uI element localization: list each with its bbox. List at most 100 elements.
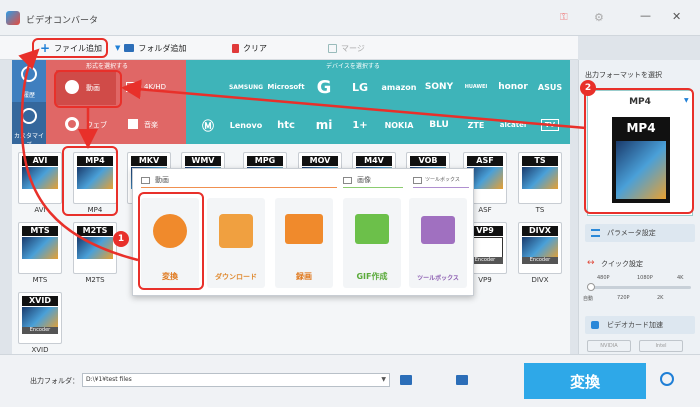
format-xvid-label: XVID (31, 346, 49, 354)
brand-zte[interactable]: ZTE (458, 110, 494, 140)
brand-tv[interactable]: TV (532, 110, 568, 140)
tool-gif[interactable]: GIF作成 (343, 198, 401, 288)
folder-open-icon[interactable] (400, 375, 412, 385)
chevron-down-icon[interactable]: ▼ (381, 376, 386, 383)
brand-lenovo[interactable]: Lenovo (226, 110, 266, 140)
quality-4k[interactable]: 4K (677, 275, 683, 281)
quality-720p[interactable]: 720P (617, 295, 630, 301)
minimize-icon[interactable]: — (640, 9, 651, 22)
format-mts[interactable]: MTS (18, 222, 62, 274)
tool-toolbox[interactable]: ツールボックス (409, 198, 467, 288)
brand-asus[interactable]: ASUS (532, 72, 568, 102)
output-folder-input[interactable]: D:\¥1¥test files ▼ (82, 373, 390, 387)
merge-button[interactable]: マージ (328, 40, 365, 56)
format-xvid[interactable]: XVID Encoder (18, 292, 62, 344)
hw-accel-label: ビデオカード加速 (607, 321, 663, 329)
tool-toolbox-label: ツールボックス (417, 275, 459, 282)
video-thumbnail-icon (522, 167, 558, 189)
history-label: 履歴 (22, 92, 35, 99)
tab-web[interactable]: ウェブ (56, 107, 116, 142)
tool-record-label: 録画 (296, 272, 312, 281)
brand-mi[interactable]: mi (306, 110, 342, 140)
format-wmv-tag: WMV (185, 156, 221, 166)
format-avi[interactable]: AVI (18, 152, 62, 204)
brand-htc[interactable]: htc (266, 110, 306, 140)
device-category-panel: デバイスを選択する SAMSUNG Microsoft G LG amazon … (186, 60, 570, 144)
format-m2ts-tag: M2TS (77, 226, 113, 236)
tab-music[interactable]: 音楽 (118, 107, 180, 142)
brand-nokia[interactable]: NOKIA (378, 110, 420, 140)
tab-web-label: ウェブ (86, 121, 107, 129)
hw-accel-button[interactable]: ビデオカード加速 (585, 316, 695, 334)
highlight-add-file (32, 38, 108, 58)
intel-label: Intel (655, 343, 667, 349)
chevron-down-icon: ▼ (115, 44, 121, 52)
close-icon[interactable]: ✕ (672, 10, 681, 23)
tool-download-label: ダウンロード (215, 273, 257, 281)
convert-button[interactable]: 変換 (524, 363, 646, 399)
quick-settings-icon: ↔ (587, 258, 595, 268)
brand-oneplus[interactable]: 1+ (342, 110, 378, 140)
clear-button[interactable]: クリア (232, 40, 267, 56)
screen-record-icon (285, 214, 323, 244)
brand-alcatel[interactable]: alcatel (494, 110, 532, 140)
brand-apple[interactable] (190, 72, 226, 102)
brand-microsoft[interactable]: Microsoft (266, 72, 306, 102)
quality-2k[interactable]: 2K (657, 295, 663, 301)
settings-icon[interactable]: ⚙ (594, 11, 604, 24)
format-ts[interactable]: TS (518, 152, 562, 204)
format-m2ts[interactable]: M2TS (73, 222, 117, 274)
key-icon[interactable]: ⚿ (560, 12, 568, 23)
history-icon (21, 66, 37, 82)
popup-tab-toolbox[interactable]: ツールボックス (425, 176, 460, 183)
highlight-convert-tool (138, 192, 204, 290)
trash-icon (232, 43, 239, 53)
format-mov-tag: MOV (302, 156, 338, 166)
brand-sony[interactable]: SONY (420, 72, 458, 102)
download-icon (219, 214, 253, 248)
video-thumbnail-icon (22, 307, 58, 329)
parameter-settings-button[interactable]: パラメータ設定 (585, 224, 695, 242)
popup-tab-image[interactable]: 画像 (357, 175, 371, 185)
quality-1080p[interactable]: 1080P (637, 275, 653, 281)
toolbox-icon (421, 216, 455, 244)
brand-amazon[interactable]: amazon (378, 72, 420, 102)
video-thumbnail-icon (22, 167, 58, 189)
video-thumbnail-icon (522, 237, 558, 259)
format-mkv-tag: MKV (131, 156, 167, 166)
brand-samsung[interactable]: SAMSUNG (226, 72, 266, 102)
popup-tab-video[interactable]: 動画 (155, 175, 169, 185)
tool-screen-record[interactable]: 録画 (275, 198, 333, 288)
clear-label: クリア (243, 43, 267, 53)
highlight-mp4-format (62, 146, 118, 216)
tab-4k-hd[interactable]: 4K/HD (118, 70, 180, 105)
format-divx[interactable]: DIVX Encoder (518, 222, 562, 274)
output-format-label: 出力フォーマットを選択 (585, 71, 662, 79)
brand-lg[interactable]: LG (342, 72, 378, 102)
brand-blu[interactable]: BLU (420, 110, 458, 140)
quality-480p[interactable]: 480P (597, 275, 610, 281)
quick-settings-label: クイック設定 (601, 260, 643, 268)
brand-huawei[interactable]: HUAWEI (458, 72, 494, 102)
folder-browse-icon[interactable] (456, 375, 468, 385)
quality-auto[interactable]: 自動 (583, 295, 593, 302)
alarm-clock-icon[interactable] (660, 372, 674, 386)
convert-button-label: 変換 (569, 373, 600, 391)
add-folder-label: フォルダ追加 (138, 43, 187, 53)
brand-honor[interactable]: honor (494, 72, 532, 102)
gpu-icon (591, 321, 599, 329)
format-divx-label: DIVX (531, 276, 549, 284)
add-folder-button[interactable]: ▼ フォルダ追加 (115, 40, 186, 56)
brand-google[interactable]: G (306, 72, 342, 102)
nvidia-label: NVIDIA (600, 343, 618, 349)
parameter-settings-label: パラメータ設定 (607, 229, 656, 237)
quality-slider[interactable] (587, 283, 691, 291)
video-thumbnail-icon (22, 237, 58, 259)
title-bar: ビデオコンバータ ⚿ ⚙ — ✕ (0, 0, 700, 36)
history-tab[interactable]: 履歴 (12, 60, 46, 102)
brand-motorola[interactable]: Ⓜ (190, 110, 226, 140)
tool-download[interactable]: ダウンロード (207, 198, 265, 288)
customize-tab[interactable]: カスタマイズ (12, 102, 46, 149)
quality-slider-knob[interactable] (587, 283, 595, 291)
tab-music-label: 音楽 (144, 121, 158, 129)
